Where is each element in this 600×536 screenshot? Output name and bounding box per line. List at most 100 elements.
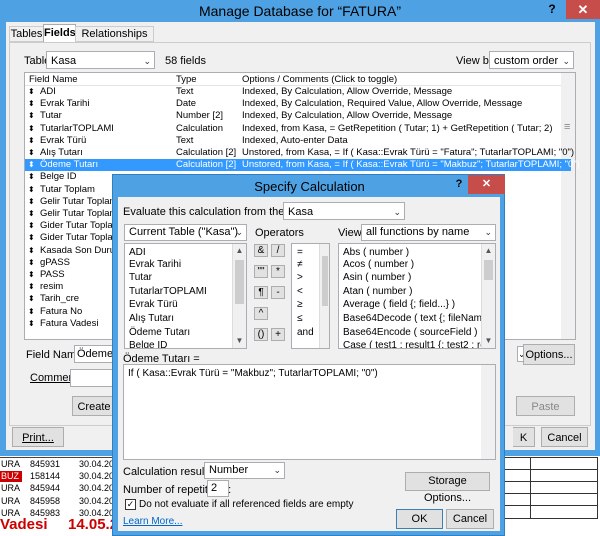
drag-handle-icon[interactable]: ⬍ <box>28 318 35 330</box>
function-item[interactable]: Abs ( number ) <box>339 244 495 258</box>
result-select[interactable]: Number ⌄ <box>204 462 285 479</box>
operators-list[interactable]: = ≠ > < ≥ ≤ and <box>291 243 330 349</box>
manage-cancel-button[interactable]: Cancel <box>541 427 588 447</box>
help-button[interactable]: ? <box>539 0 565 18</box>
function-item[interactable]: Atan ( number ) <box>339 285 495 299</box>
function-item[interactable]: Base64Decode ( text {; fileNameWit... <box>339 312 495 326</box>
drag-handle-icon[interactable]: ⬍ <box>28 208 35 220</box>
view-select[interactable]: all functions by name ⌄ <box>361 224 496 241</box>
col-type[interactable]: Type <box>176 74 197 85</box>
drag-handle-icon[interactable]: ⬍ <box>28 257 35 269</box>
operator-button[interactable]: * <box>271 265 285 278</box>
paste-button[interactable]: Paste <box>516 396 575 416</box>
view-by-select[interactable]: custom order ⌄ <box>489 51 574 69</box>
tab-fields[interactable]: Fields <box>43 24 76 43</box>
drag-handle-icon[interactable]: ⬍ <box>28 98 35 110</box>
comment-input[interactable] <box>70 369 114 387</box>
col-options[interactable]: Options / Comments (Click to toggle) <box>242 74 397 85</box>
field-row[interactable]: ⬍ ADI Text Indexed, By Calculation, Allow O… <box>25 86 571 98</box>
drag-handle-icon[interactable]: ⬍ <box>28 306 35 318</box>
storage-options-button[interactable]: Storage Options... <box>405 472 490 504</box>
table-field-item[interactable]: Evrak Türü <box>125 298 246 312</box>
calc-cancel-button[interactable]: Cancel <box>446 509 494 529</box>
drag-handle-icon[interactable]: ⬍ <box>28 171 35 183</box>
drag-handle-icon[interactable]: ⬍ <box>28 281 35 293</box>
functions-scrollbar[interactable]: ▲ ▼ <box>481 244 495 348</box>
chevron-down-icon: ⌄ <box>484 227 492 237</box>
operator-button[interactable]: - <box>271 286 285 299</box>
field-row[interactable]: ⬍ Ödeme Tutarı Calculation [2] Unstored, fr… <box>25 159 580 172</box>
function-item[interactable]: Asin ( number ) <box>339 271 495 285</box>
operator-button[interactable]: () <box>254 328 268 341</box>
drag-handle-icon[interactable]: ⬍ <box>28 123 35 135</box>
formula-editor[interactable]: If ( Kasa::Evrak Türü = "Makbuz"; Tutarl… <box>123 364 496 460</box>
options-button[interactable]: Options... <box>523 344 575 365</box>
field-name-input[interactable]: Ödeme Tutar <box>74 345 114 363</box>
drag-handle-icon[interactable]: ⬍ <box>28 159 35 171</box>
context-select[interactable]: Kasa ⌄ <box>283 202 405 220</box>
background-cell: 845944 <box>30 483 61 494</box>
field-row[interactable]: ⬍ Evrak Türü Text Indexed, Auto-enter Data <box>25 135 571 147</box>
ok-button-partial[interactable]: K <box>513 427 535 447</box>
field-row[interactable]: ⬍ Tutar Number [2] Indexed, By Calculation,… <box>25 110 571 122</box>
scroll-up-icon: ▲ <box>235 246 244 255</box>
drag-handle-icon[interactable]: ⬍ <box>28 86 35 98</box>
learn-more-link[interactable]: Learn More... <box>123 516 182 527</box>
table-field-item[interactable]: Evrak Tarihi <box>125 258 246 272</box>
operator-button[interactable]: & <box>254 244 268 257</box>
tab-relationships[interactable]: Relationships <box>75 26 154 42</box>
function-item[interactable]: Case ( test1 ; result1 {; test2 ; res... <box>339 339 495 348</box>
no-eval-checkbox[interactable]: ✓ <box>125 499 136 510</box>
table-select[interactable]: Kasa ⌄ <box>46 51 155 69</box>
field-row[interactable]: ⬍ Alış Tutarı Calculation [2] Unstored, fro… <box>25 147 574 159</box>
table-field-item[interactable]: Tutar <box>125 271 246 285</box>
operator-button[interactable]: / <box>271 244 285 257</box>
table-field-item[interactable]: Ödeme Tutarı <box>125 326 246 340</box>
function-item[interactable]: Average ( field {; field...} ) <box>339 298 495 312</box>
table-fields-select[interactable]: Current Table ("Kasa") ⌄ <box>124 224 247 241</box>
operator-button[interactable]: "" <box>254 265 268 278</box>
field-row[interactable]: ⬍ Evrak Tarihi Date Indexed, By Calculation… <box>25 98 571 110</box>
field-type: Text <box>176 134 194 146</box>
print-button[interactable]: Print... <box>12 427 64 447</box>
create-button[interactable]: Create <box>72 396 116 416</box>
function-item[interactable]: Base64Encode ( sourceField ) <box>339 326 495 340</box>
field-row[interactable]: ⬍ TutarlarTOPLAMI Calculation Indexed, from… <box>25 123 571 135</box>
drag-handle-icon[interactable]: ⬍ <box>28 147 35 159</box>
operators-scrollbar[interactable] <box>319 244 329 348</box>
table-fields-scrollbar[interactable]: ▲ ▼ <box>232 244 246 348</box>
field-name: Evrak Türü <box>40 134 87 146</box>
drag-handle-icon[interactable]: ⬍ <box>28 196 35 208</box>
calc-close-button[interactable]: ✕ <box>468 175 505 194</box>
drag-handle-icon[interactable]: ⬍ <box>28 245 35 257</box>
table-field-item[interactable]: ADI <box>125 244 246 258</box>
calc-help-button[interactable]: ? <box>449 176 469 192</box>
drag-handle-icon[interactable]: ⬍ <box>28 220 35 232</box>
functions-list[interactable]: Abs ( number ) Acos ( number ) Asin ( numb… <box>338 243 496 349</box>
drag-handle-icon[interactable]: ⬍ <box>28 135 35 147</box>
reps-input[interactable]: 2 <box>207 480 229 497</box>
col-field-name[interactable]: Field Name <box>29 74 78 85</box>
table-fields-list[interactable]: ADI Evrak Tarihi Tutar TutarlarTOPLAMI Evrak… <box>124 243 247 349</box>
tab-tables[interactable]: Tables <box>9 26 44 42</box>
drag-handle-icon[interactable]: ⬍ <box>28 232 35 244</box>
drag-handle-icon[interactable]: ⬍ <box>28 110 35 122</box>
table-field-item[interactable]: Alış Tutarı <box>125 312 246 326</box>
field-name: Fatura No <box>40 305 83 317</box>
field-name: gPASS <box>40 256 70 268</box>
calc-ok-button[interactable]: OK <box>396 509 443 529</box>
operator-button[interactable]: ¶ <box>254 286 268 299</box>
drag-handle-icon[interactable]: ⬍ <box>28 269 35 281</box>
field-type: Text <box>176 86 194 97</box>
close-button[interactable]: ✕ <box>566 0 600 19</box>
table-field-item[interactable]: TutarlarTOPLAMI <box>125 285 246 299</box>
drag-handle-icon[interactable]: ⬍ <box>28 293 35 305</box>
table-field-item[interactable]: Belge ID <box>125 339 246 348</box>
scroll-down-icon: ▼ <box>484 336 493 345</box>
function-item[interactable]: Acos ( number ) <box>339 258 495 272</box>
operator-button[interactable]: ^ <box>254 307 268 320</box>
field-options: Unstored, from Kasa, = If ( Kasa::Evrak … <box>242 159 580 171</box>
drag-handle-icon[interactable]: ⬍ <box>28 184 35 196</box>
formula-scrollbar[interactable] <box>481 365 495 459</box>
operator-button[interactable]: + <box>271 328 285 341</box>
